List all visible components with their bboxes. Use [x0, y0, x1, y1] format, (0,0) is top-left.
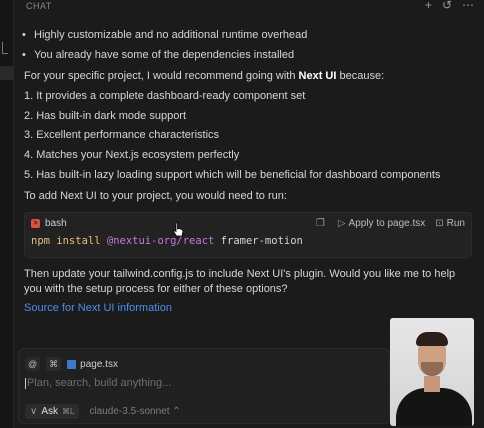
hand-pointer-icon	[172, 222, 184, 237]
chevron-icon: ∨	[30, 406, 38, 417]
bullet-item: Highly customizable and no additional ru…	[22, 29, 307, 41]
more-icon[interactable]: ⋯	[462, 0, 474, 12]
code-command: npm install	[31, 235, 101, 247]
play-icon: ▷	[337, 217, 346, 229]
editor-gutter	[0, 0, 14, 428]
code-header: > bash ❐ ▷ Apply to page.tsx ⊡ Run	[25, 213, 471, 233]
ask-shortcut: ⌘L	[62, 407, 75, 416]
text-caret	[25, 377, 26, 389]
reason-item: 5. Has built-in lazy loading support whi…	[24, 169, 441, 181]
copy-icon[interactable]: ❐	[316, 218, 325, 229]
reason-item: 2. Has built-in dark mode support	[24, 110, 187, 122]
model-selector[interactable]: claude-3.5-sonnet ⌃	[89, 406, 180, 417]
chat-composer: @ ⌘ page.tsx Plan, search, build anythin…	[18, 348, 390, 424]
reason-item: 1. It provides a complete dashboard-read…	[24, 90, 306, 102]
file-icon	[67, 359, 77, 369]
chat-header: CHAT + ↺ ⋯	[14, 0, 484, 12]
context-file-label: page.tsx	[80, 358, 118, 370]
image-button[interactable]: ⌘	[46, 357, 62, 371]
mention-button[interactable]: @	[25, 357, 41, 371]
chat-input[interactable]: Plan, search, build anything...	[25, 377, 171, 389]
code-content[interactable]: npm install @nextui-org/react framer-mot…	[25, 233, 471, 249]
gutter-mark	[2, 42, 8, 54]
reason-item: 3. Excellent performance characteristics	[24, 129, 220, 141]
apply-button[interactable]: ▷ Apply to page.tsx	[338, 218, 425, 229]
code-block: > bash ❐ ▷ Apply to page.tsx ⊡ Run npm ins…	[24, 212, 472, 258]
context-file-chip[interactable]: page.tsx	[67, 359, 118, 370]
gutter-selected-row	[0, 66, 14, 80]
terminal-run-icon: ⊡	[435, 217, 444, 229]
source-link[interactable]: Source for Next UI information	[24, 302, 172, 314]
recommend-line: For your specific project, I would recom…	[24, 70, 385, 82]
plus-icon[interactable]: +	[425, 0, 432, 12]
code-args: framer-motion	[220, 235, 303, 247]
code-language: bash	[45, 217, 67, 229]
terminal-icon: >	[31, 218, 40, 228]
code-package: @nextui-org/react	[106, 235, 215, 247]
webcam-overlay	[390, 318, 474, 426]
then-update-line: Then update your tailwind.config.js to i…	[24, 268, 456, 280]
ask-label: Ask	[41, 406, 58, 417]
reason-item: 4. Matches your Next.js ecosystem perfec…	[24, 149, 240, 161]
chat-title: CHAT	[26, 1, 52, 11]
bullet-item: You already have some of the dependencie…	[22, 49, 294, 61]
ask-mode-button[interactable]: ∨ Ask ⌘L	[25, 404, 80, 419]
chat-input-placeholder: Plan, search, build anything...	[27, 377, 172, 389]
to-add-line: To add Next UI to your project, you woul…	[24, 190, 287, 202]
run-button[interactable]: ⊡ Run	[435, 218, 465, 229]
history-icon[interactable]: ↺	[442, 0, 452, 12]
then-update-line: you with the setup process for either of…	[24, 283, 288, 295]
